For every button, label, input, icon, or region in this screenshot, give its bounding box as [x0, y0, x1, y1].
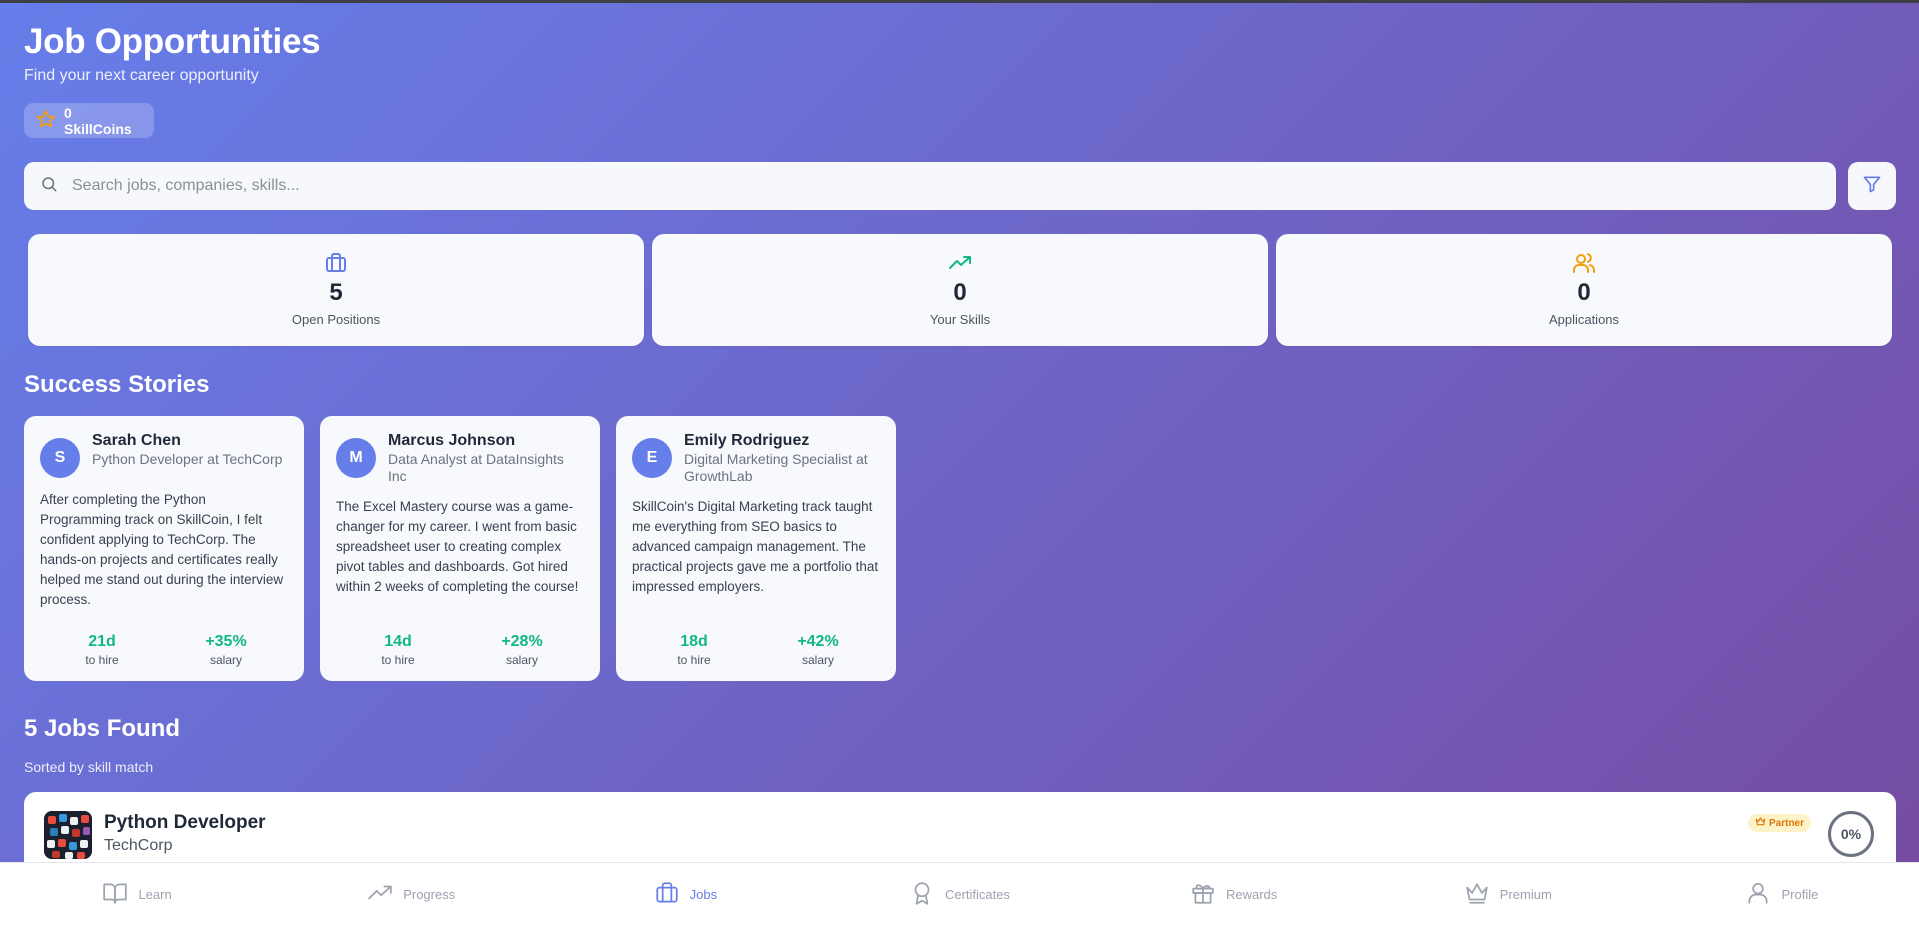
stat-label: Open Positions [291, 312, 381, 327]
story-quote: The Excel Mastery course was a game-chan… [336, 499, 579, 594]
time-to-hire-label: to hire [85, 653, 119, 667]
nav-item-rewards[interactable]: Rewards [1097, 863, 1371, 926]
nav-label: Premium [1499, 887, 1552, 902]
time-to-hire-label: to hire [677, 653, 711, 667]
nav-item-profile[interactable]: Profile [1645, 863, 1919, 926]
job-company: TechCorp [104, 837, 173, 854]
story-role: Python Developer at TechCorp [92, 451, 283, 467]
user-icon [1745, 880, 1771, 909]
company-logo [44, 811, 92, 859]
book-icon [102, 880, 128, 909]
avatar: S [40, 438, 80, 478]
nav-label: Certificates [944, 887, 1010, 902]
trending-up-icon [948, 251, 972, 275]
jobs-page: Job Opportunities Find your next career … [0, 0, 1919, 892]
briefcase-icon [324, 251, 348, 275]
partner-label: Partner [1769, 817, 1805, 829]
job-title: Python Developer [104, 812, 266, 833]
search-icon [40, 175, 58, 198]
stat-value: 0 [953, 279, 967, 306]
salary-increase-label: salary [505, 653, 538, 667]
story-role: Digital Marketing Specialist at GrowthLa… [684, 451, 868, 484]
time-to-hire: 18d [680, 633, 708, 650]
nav-item-progress[interactable]: Progress [274, 863, 548, 926]
story-name: Emily Rodriguez [684, 432, 810, 449]
story-name: Sarah Chen [92, 432, 181, 449]
stat-open-positions: 5 Open Positions [28, 234, 644, 346]
story-card: E Emily Rodriguez Digital Marketing Spec… [616, 416, 896, 681]
story-role: Data Analyst at DataInsights Inc [388, 451, 564, 484]
filter-icon [1862, 174, 1882, 199]
salary-increase-label: salary [209, 653, 242, 667]
stat-label: Applications [1548, 312, 1620, 327]
briefcase-icon [654, 880, 680, 909]
salary-increase-label: salary [801, 653, 834, 667]
page-subtitle: Find your next career opportunity [24, 67, 259, 84]
salary-increase: +35% [205, 633, 247, 650]
nav-item-jobs[interactable]: Jobs [548, 863, 822, 926]
nav-item-premium[interactable]: Premium [1371, 863, 1645, 926]
search-input[interactable] [72, 177, 1820, 195]
skillcoins-label: 0 SkillCoins [64, 104, 132, 137]
partner-badge: Partner [1748, 814, 1812, 832]
nav-label: Rewards [1225, 887, 1278, 902]
story-card: M Marcus Johnson Data Analyst at DataIns… [320, 416, 600, 681]
nav-item-certificates[interactable]: Certificates [822, 863, 1096, 926]
salary-increase: +42% [797, 633, 839, 650]
story-quote: SkillCoin's Digital Marketing track taug… [632, 499, 879, 594]
nav-item-learn[interactable]: Learn [0, 863, 274, 926]
nav-label: Profile [1781, 887, 1819, 902]
time-to-hire: 21d [88, 633, 116, 650]
award-icon [909, 880, 935, 909]
nav-label: Progress [403, 887, 456, 902]
avatar: E [632, 438, 672, 478]
time-to-hire-label: to hire [381, 653, 415, 667]
salary-increase: +28% [501, 633, 543, 650]
crown-icon [1755, 816, 1766, 830]
sort-label: Sorted by skill match [24, 759, 154, 775]
crown-icon [1464, 880, 1490, 909]
jobs-found-heading: 5 Jobs Found [24, 715, 180, 742]
story-name: Marcus Johnson [388, 432, 516, 449]
gift-icon [1190, 880, 1216, 909]
stat-applications: 0 Applications [1276, 234, 1892, 346]
nav-label: Learn [138, 887, 172, 902]
story-quote: After completing the Python Programming … [40, 492, 284, 607]
time-to-hire: 14d [384, 633, 412, 650]
page-title: Job Opportunities [24, 22, 321, 61]
avatar: M [336, 438, 376, 478]
stat-value: 0 [1577, 279, 1591, 306]
search-bar [24, 162, 1836, 210]
story-card: S Sarah Chen Python Developer at TechCor… [24, 416, 304, 681]
stat-value: 5 [329, 279, 343, 306]
users-icon [1572, 251, 1596, 275]
stat-your-skills: 0 Your Skills [652, 234, 1268, 346]
filter-button[interactable] [1848, 162, 1896, 210]
skill-match-indicator: 0% [1828, 811, 1874, 857]
bottom-nav: Learn Progress Jobs Certificates Rewards… [0, 862, 1919, 926]
star-icon [36, 109, 56, 132]
stat-label: Your Skills [929, 312, 991, 327]
skillcoins-badge: 0 SkillCoins [24, 103, 154, 138]
nav-label: Jobs [689, 887, 718, 902]
success-stories-heading: Success Stories [24, 371, 210, 398]
trending-up-icon [367, 880, 393, 909]
